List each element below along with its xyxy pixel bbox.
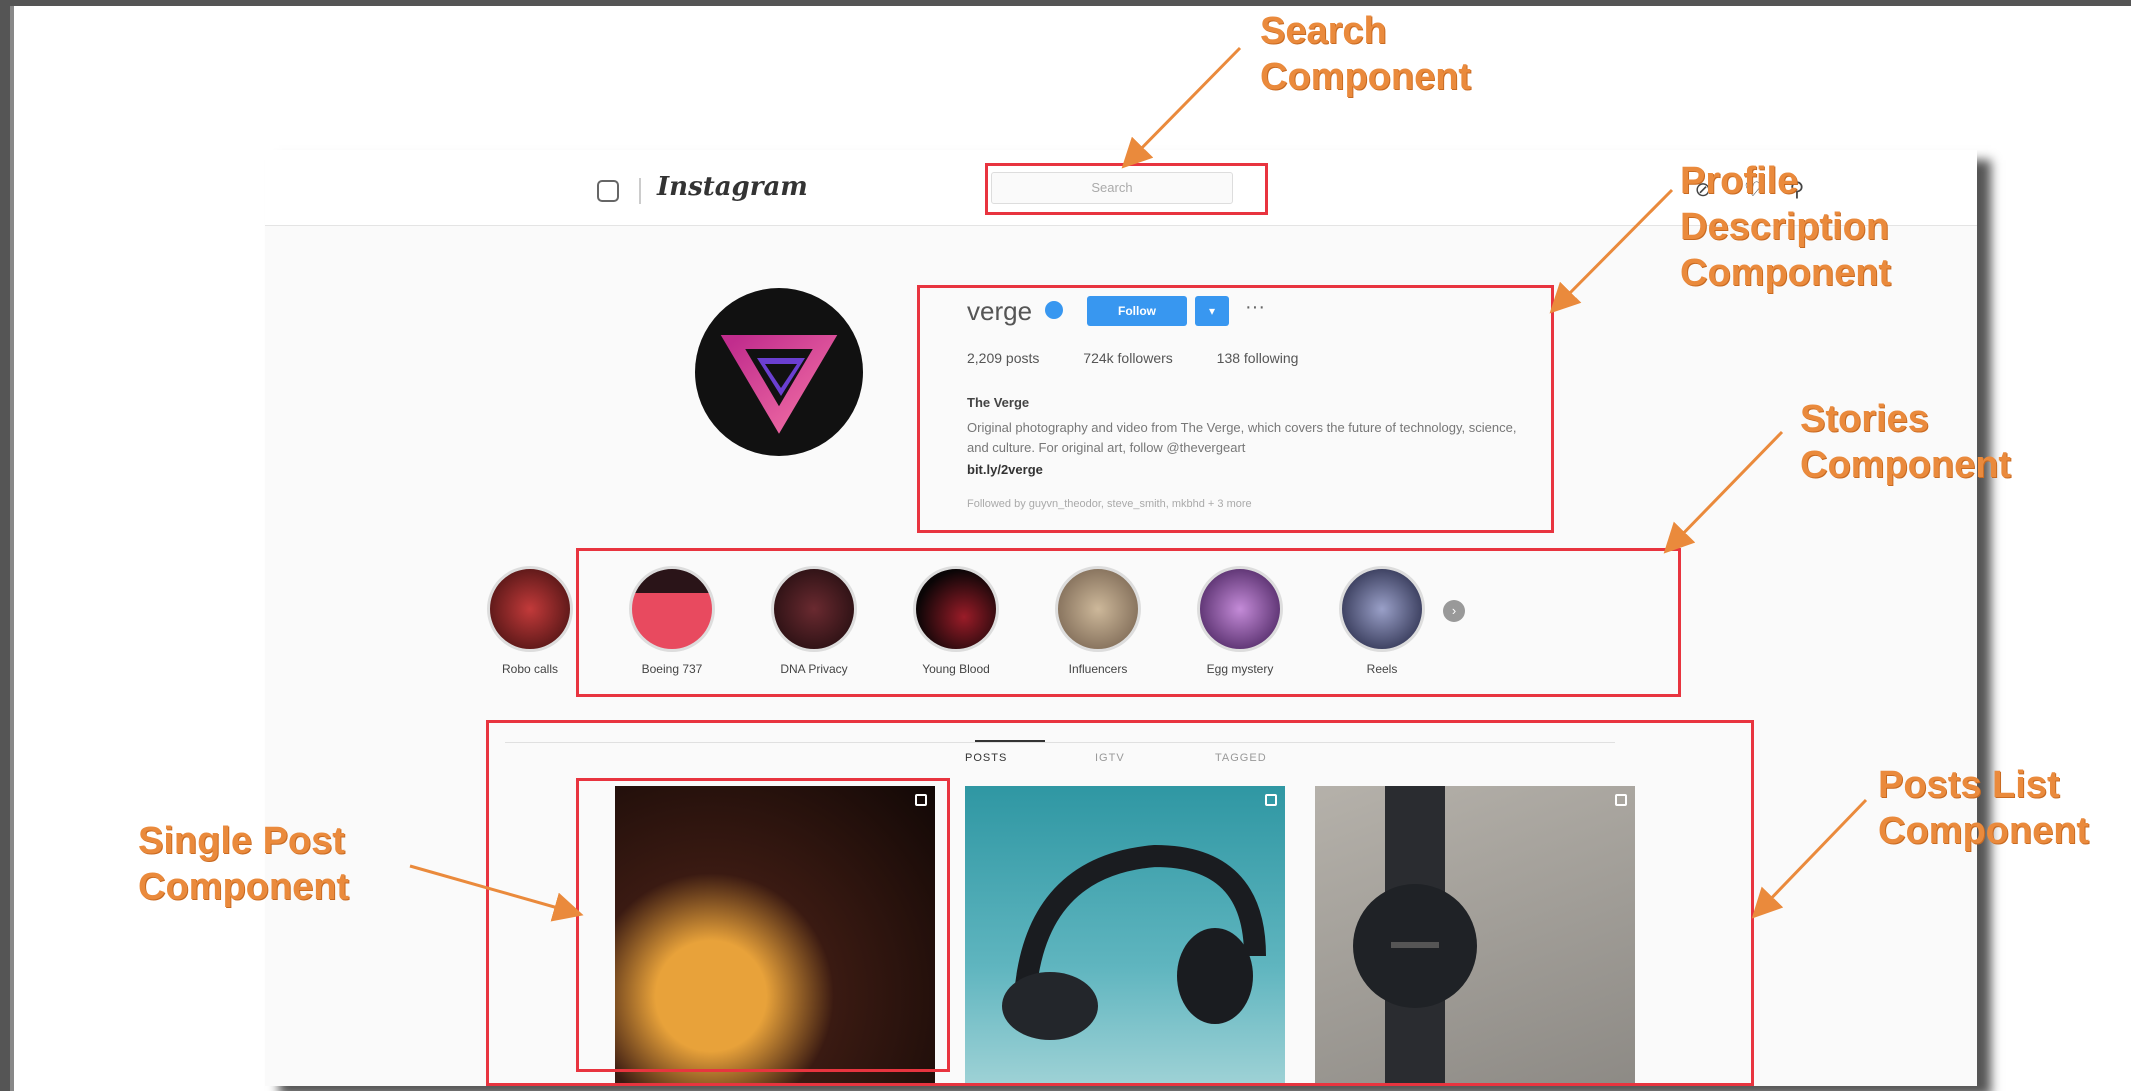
search-arrow — [1121, 46, 1242, 169]
posts-list-arrow — [1751, 798, 1868, 919]
stories-arrow — [1663, 430, 1784, 554]
single-post-arrow — [409, 864, 584, 922]
profile-arrow — [1549, 188, 1674, 314]
annotation-arrows — [409, 46, 1868, 922]
